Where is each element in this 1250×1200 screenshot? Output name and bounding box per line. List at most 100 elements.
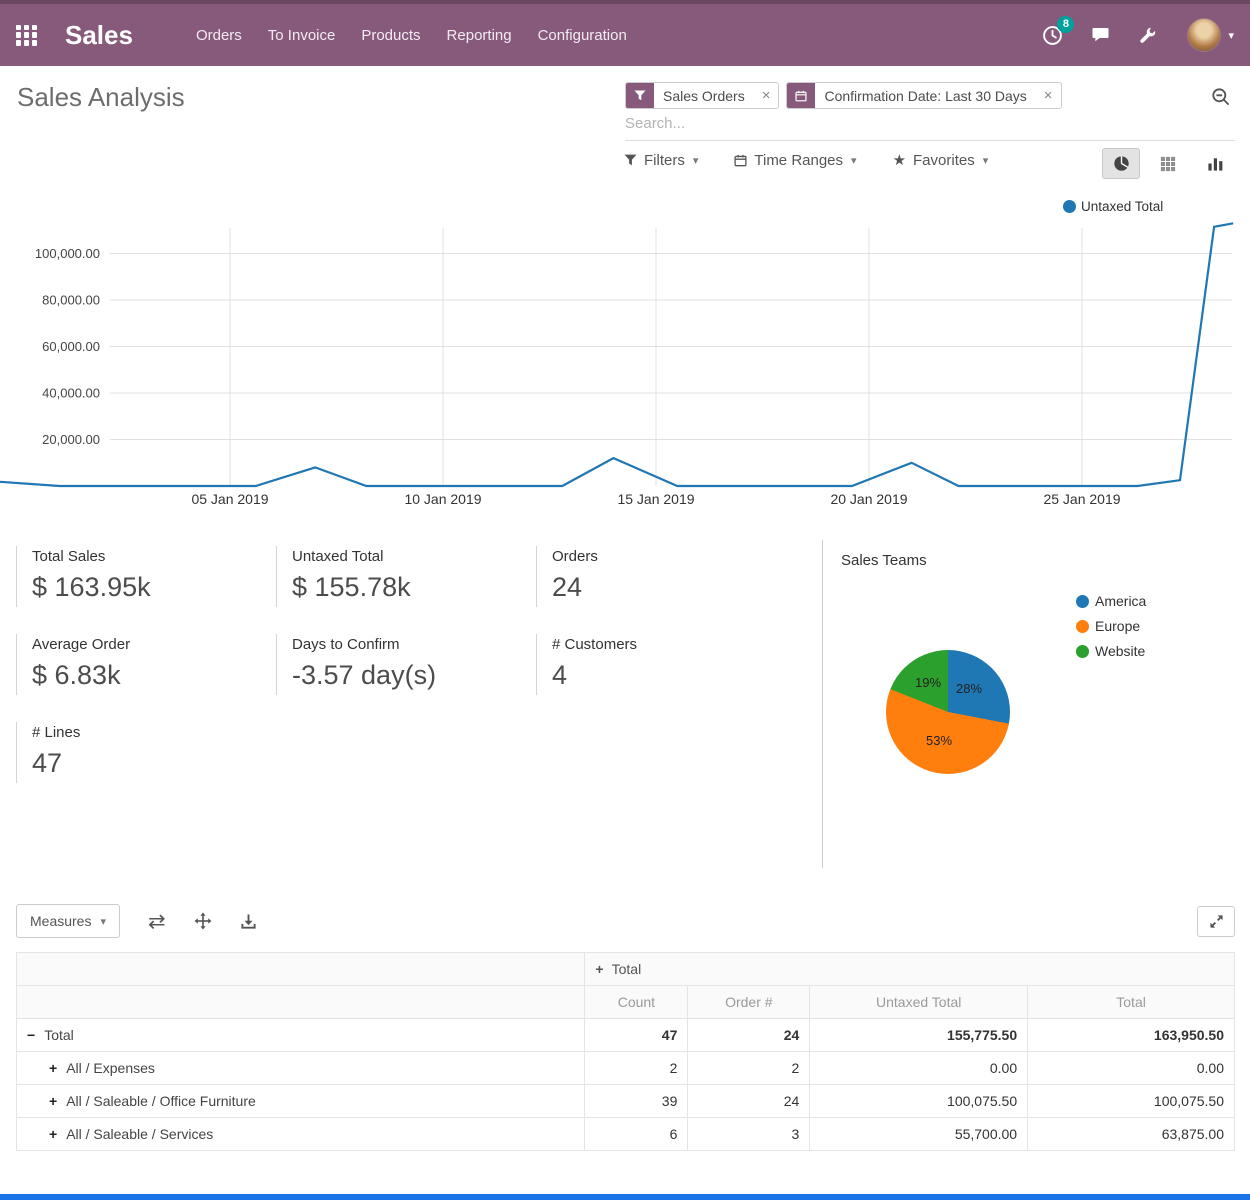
user-avatar <box>1187 18 1221 52</box>
expand-all-icon[interactable] <box>194 912 212 930</box>
facet-confirmation-date[interactable]: Confirmation Date: Last 30 Days × <box>786 82 1061 109</box>
fullscreen-button[interactable] <box>1197 906 1235 937</box>
pie-slice-label: 19% <box>915 675 941 690</box>
col-header-total[interactable]: Total <box>1028 986 1235 1019</box>
svg-text:40,000.00: 40,000.00 <box>42 386 100 401</box>
chart-legend[interactable]: Untaxed Total <box>1063 199 1163 214</box>
calendar-icon <box>787 83 815 108</box>
filter-icon <box>624 154 637 166</box>
svg-text:10 Jan 2019: 10 Jan 2019 <box>404 491 481 507</box>
legend-item-america[interactable]: America <box>1076 593 1146 609</box>
stat-days-to-confirm[interactable]: Days to Confirm -3.57 day(s) <box>276 634 521 695</box>
chevron-down-icon: ▾ <box>100 915 106 928</box>
legend-dot <box>1063 200 1076 213</box>
pivot-col-group-header[interactable]: +Total <box>585 953 1235 986</box>
bottom-accent-bar <box>0 1194 1250 1200</box>
svg-text:05 Jan 2019: 05 Jan 2019 <box>191 491 268 507</box>
pivot-toolbar: Measures ▾ ⇄ <box>16 904 1235 938</box>
col-header-untaxed-total[interactable]: Untaxed Total <box>810 986 1028 1019</box>
bar-chart-icon <box>1207 155 1224 172</box>
activities-count-badge: 8 <box>1057 16 1074 33</box>
svg-text:25 Jan 2019: 25 Jan 2019 <box>1043 491 1120 507</box>
svg-text:20 Jan 2019: 20 Jan 2019 <box>830 491 907 507</box>
svg-text:100,000.00: 100,000.00 <box>35 246 100 261</box>
messages-icon[interactable] <box>1090 25 1111 45</box>
topbar: Sales Orders To Invoice Products Reporti… <box>0 0 1250 66</box>
chevron-down-icon: ▾ <box>693 154 699 167</box>
stat-orders[interactable]: Orders 24 <box>536 546 781 607</box>
row-header[interactable]: +All / Saleable / Office Furniture <box>17 1085 585 1118</box>
stat-total-sales[interactable]: Total Sales $ 163.95k <box>16 546 261 607</box>
view-dashboard-button[interactable] <box>1102 148 1140 179</box>
time-ranges-dropdown[interactable]: Time Ranges ▾ <box>734 152 856 169</box>
flip-axis-icon[interactable]: ⇄ <box>148 911 166 932</box>
stat-average-order[interactable]: Average Order $ 6.83k <box>16 634 261 695</box>
filter-controls: Filters ▾ Time Ranges ▾ ★ Favorites ▾ <box>624 151 988 169</box>
filters-dropdown[interactable]: Filters ▾ <box>624 152 698 169</box>
user-menu[interactable]: ▾ <box>1187 18 1234 52</box>
main-menu: Orders To Invoice Products Reporting Con… <box>183 19 640 52</box>
view-graph-button[interactable] <box>1196 148 1234 179</box>
menu-orders[interactable]: Orders <box>183 19 255 52</box>
pie-chart-icon <box>1113 155 1130 172</box>
facet-label: Confirmation Date: Last 30 Days <box>815 83 1035 108</box>
col-header-count[interactable]: Count <box>585 986 688 1019</box>
menu-configuration[interactable]: Configuration <box>525 19 640 52</box>
measures-button[interactable]: Measures ▾ <box>16 904 120 938</box>
row-header[interactable]: −Total <box>17 1019 585 1052</box>
facet-sales-orders[interactable]: Sales Orders × <box>625 82 779 109</box>
table-row-services: +All / Saleable / Services 6 3 55,700.00… <box>17 1118 1235 1151</box>
download-icon[interactable] <box>240 913 257 930</box>
facet-remove-icon[interactable]: × <box>1036 83 1061 108</box>
view-pivot-button[interactable] <box>1149 148 1187 179</box>
star-icon: ★ <box>893 151 906 169</box>
pivot-measure-header-row: Count Order # Untaxed Total Total <box>17 986 1235 1019</box>
col-header-order[interactable]: Order # <box>688 986 810 1019</box>
legend-item-website[interactable]: Website <box>1076 643 1146 659</box>
table-grid-icon <box>1160 156 1176 172</box>
app-name[interactable]: Sales <box>65 20 133 51</box>
pivot-col-group-row: +Total <box>17 953 1235 986</box>
expand-arrows-icon <box>1209 914 1224 929</box>
apps-menu-icon[interactable] <box>16 25 37 46</box>
legend-item-europe[interactable]: Europe <box>1076 618 1146 634</box>
sales-analysis-page: Sales Orders To Invoice Products Reporti… <box>0 0 1250 1200</box>
search-facets: Sales Orders × Confirmation Date: Last 3… <box>625 82 1235 109</box>
facet-remove-icon[interactable]: × <box>754 83 779 108</box>
expand-row-icon[interactable]: + <box>49 1060 57 1076</box>
stat-untaxed-total[interactable]: Untaxed Total $ 155.78k <box>276 546 521 607</box>
chevron-down-icon: ▾ <box>983 154 989 167</box>
pivot-corner-cell <box>17 953 585 986</box>
row-header[interactable]: +All / Saleable / Services <box>17 1118 585 1151</box>
stat-lines[interactable]: # Lines 47 <box>16 722 261 783</box>
search-zoom-out-icon[interactable] <box>1211 87 1231 112</box>
search-input[interactable] <box>625 111 1185 136</box>
favorites-dropdown[interactable]: ★ Favorites ▾ <box>893 151 989 169</box>
sales-teams-pie[interactable] <box>886 650 1010 774</box>
table-row-total: −Total 47 24 155,775.50 163,950.50 <box>17 1019 1235 1052</box>
stat-customers[interactable]: # Customers 4 <box>536 634 781 695</box>
search-zone: Sales Orders × Confirmation Date: Last 3… <box>625 82 1235 141</box>
page-title: Sales Analysis <box>17 82 185 113</box>
legend-dot <box>1076 595 1089 608</box>
legend-dot <box>1076 645 1089 658</box>
menu-reporting[interactable]: Reporting <box>434 19 525 52</box>
collapse-row-icon[interactable]: − <box>27 1027 35 1043</box>
view-switcher <box>1102 148 1234 179</box>
pie-slice-label: 53% <box>926 733 952 748</box>
expand-col-icon[interactable]: + <box>595 961 603 977</box>
facet-label: Sales Orders <box>654 83 754 108</box>
menu-to-invoice[interactable]: To Invoice <box>255 19 349 52</box>
sales-teams-panel: Sales Teams 28% 53% 19% America Europe <box>822 540 1236 868</box>
tools-wrench-icon[interactable] <box>1138 26 1157 45</box>
menu-products[interactable]: Products <box>348 19 433 52</box>
row-header[interactable]: +All / Expenses <box>17 1052 585 1085</box>
stats-section: Total Sales $ 163.95k Untaxed Total $ 15… <box>0 540 1250 868</box>
activities-clock-icon[interactable]: 8 <box>1042 25 1063 46</box>
sales-teams-title: Sales Teams <box>841 552 1236 569</box>
legend-label: Untaxed Total <box>1081 199 1163 214</box>
expand-row-icon[interactable]: + <box>49 1093 57 1109</box>
expand-row-icon[interactable]: + <box>49 1126 57 1142</box>
line-chart-svg[interactable]: 20,000.0040,000.0060,000.0080,000.00100,… <box>0 196 1235 508</box>
sales-teams-pie-wrap: 28% 53% 19% <box>886 650 1010 774</box>
